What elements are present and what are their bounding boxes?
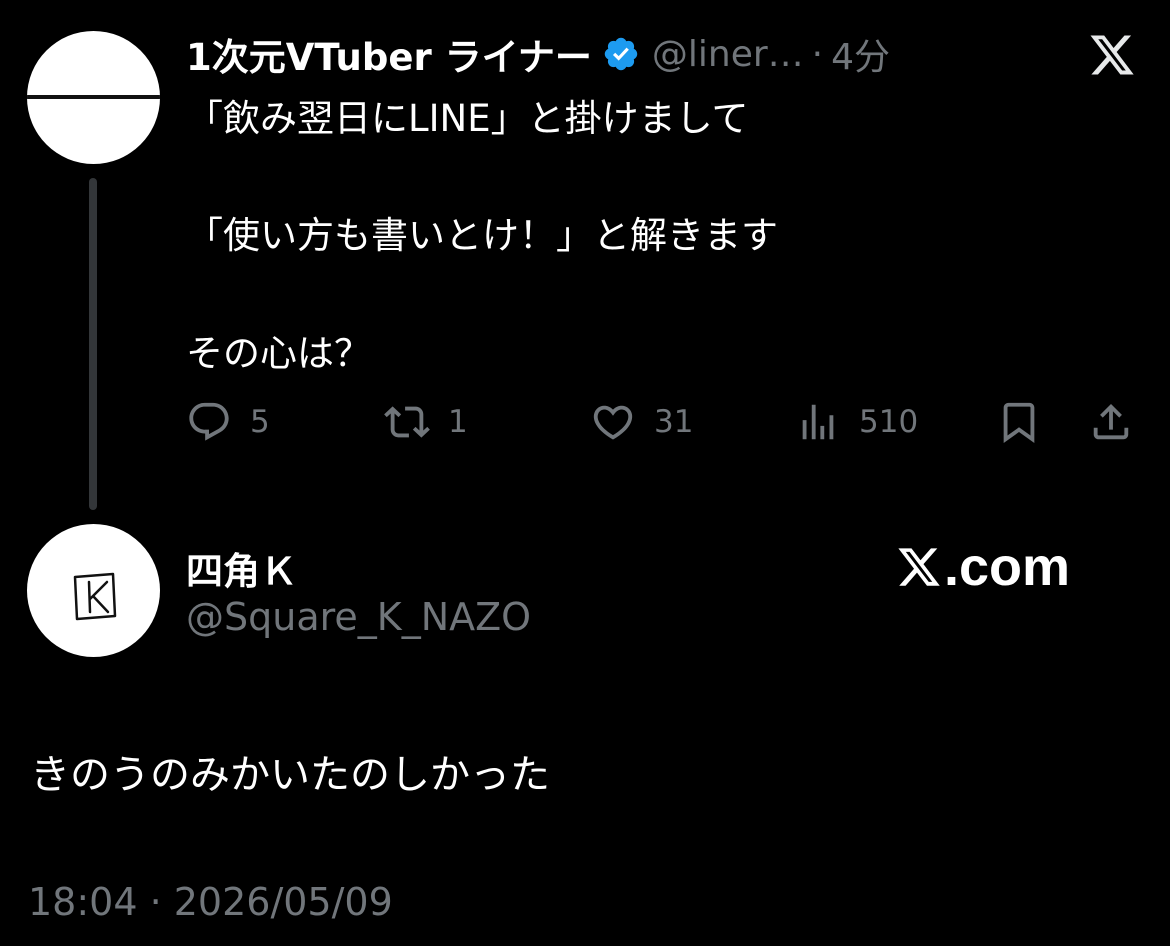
separator-dot: · [811,33,824,75]
reply-text: きのうのみかいたのしかった [30,752,550,798]
tweet-text-line-3: その心は？ [186,332,371,375]
reply-button[interactable]: 5 [186,398,270,446]
avatar[interactable] [27,524,160,657]
bookmark-icon [1003,402,1035,443]
handle[interactable]: @liner… [652,34,804,75]
timestamp[interactable]: 18:04 · 2026/05/09 [28,880,393,924]
retweet-button[interactable]: 1 [384,398,468,446]
tweet-text-line-1: 「飲み翌日にLINE」と掛けまして [186,97,749,140]
display-name[interactable]: 1次元VTuber ライナー [186,27,592,81]
x-logo-icon [898,548,940,586]
share-icon [1093,403,1129,440]
like-button[interactable]: 31 [590,398,693,446]
display-name[interactable]: 四角Ｋ [186,541,297,595]
share-button[interactable] [1088,398,1134,446]
views-button[interactable]: 510 [795,398,918,446]
retweet-icon [384,406,430,438]
verified-badge-icon [604,37,638,71]
like-count: 31 [654,404,694,440]
like-icon [593,405,633,440]
handle[interactable]: @Square_K_NAZO [186,595,531,639]
watermark-text: .com [944,537,1071,597]
x-com-watermark: .com [896,532,1070,602]
reply-count: 5 [250,404,270,440]
tweet-header: 1次元VTuber ライナー @liner… · 4分 [186,26,890,82]
avatar-line [27,95,160,99]
bookmark-button[interactable] [996,398,1042,446]
tweet-text-line-2: 「使い方も書いとけ！」と解きます [186,214,778,257]
relative-time[interactable]: 4分 [831,28,890,80]
reply-icon [189,402,229,441]
k-avatar-icon [73,572,117,621]
views-count: 510 [859,404,919,440]
thread-connector [89,178,97,510]
retweet-count: 1 [448,404,468,440]
avatar[interactable] [27,31,160,164]
views-icon [802,404,834,440]
x-logo-icon[interactable] [1086,31,1138,79]
